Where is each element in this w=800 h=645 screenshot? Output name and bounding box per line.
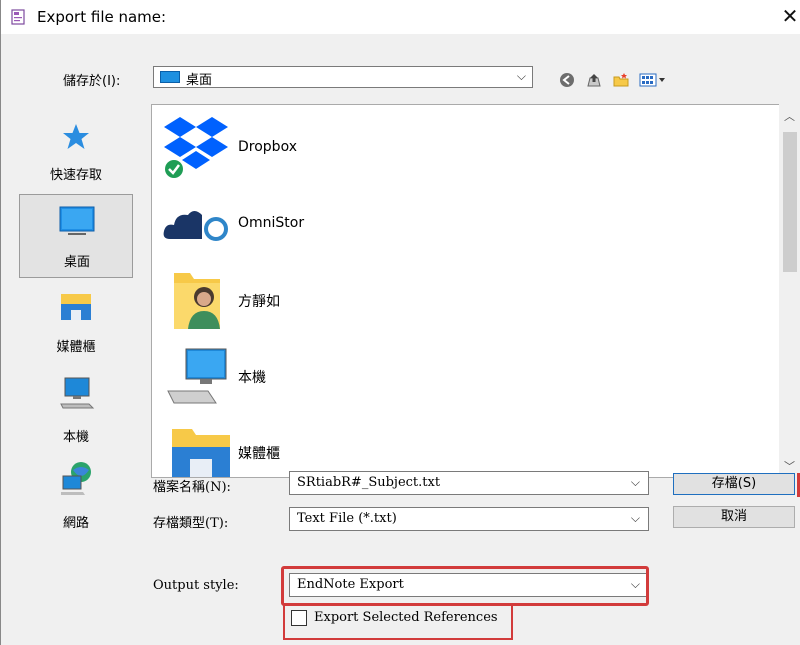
filetype-value: Text File (*.txt) (297, 511, 397, 526)
save-button[interactable]: 存檔(S) (673, 473, 795, 495)
place-label: 快速存取 (49, 168, 102, 183)
scroll-thumb[interactable] (783, 132, 797, 272)
filename-input[interactable]: SRtiabR#_Subject.txt ⌵ (289, 471, 649, 495)
scroll-down-icon[interactable]: ﹀ (784, 458, 795, 474)
place-library[interactable]: 媒體櫃 (19, 284, 133, 362)
filetype-label: 存檔類型(T): (153, 516, 229, 531)
back-icon[interactable] (559, 72, 575, 88)
file-name: OmniStor (238, 215, 305, 231)
export-dialog: Export file name: ✕ 儲存於(I): 桌面 ⌵ 快速存取 桌面… (0, 0, 800, 645)
view-menu-icon[interactable] (639, 72, 667, 88)
list-item[interactable]: 媒體櫃 (160, 417, 720, 477)
network-icon (61, 462, 91, 495)
filename-value: SRtiabR#_Subject.txt (297, 475, 441, 490)
computer-icon (60, 377, 95, 409)
list-item[interactable]: 方靜如 (160, 265, 720, 335)
new-folder-icon[interactable] (613, 72, 629, 88)
file-list[interactable]: Dropbox OmniStor 方靜如 本機 媒體櫃 (151, 104, 800, 478)
scroll-up-icon[interactable]: ︿ (784, 108, 795, 124)
place-network[interactable]: 網路 (19, 456, 133, 536)
file-name: Dropbox (238, 139, 297, 155)
export-selected-label[interactable]: Export Selected References (314, 610, 498, 625)
output-style-label: Output style: (153, 578, 239, 593)
chevron-down-icon[interactable]: ⌵ (631, 511, 640, 526)
place-label: 網路 (62, 516, 89, 531)
save-in-dropdown[interactable]: 桌面 ⌵ (153, 66, 533, 88)
close-icon[interactable]: ✕ (779, 4, 800, 28)
list-item[interactable]: 本機 (160, 341, 720, 411)
places-bar: 快速存取 桌面 媒體櫃 本機 網路 (13, 108, 141, 548)
library-icon (172, 429, 230, 477)
desktop-icon (59, 206, 95, 235)
desktop-mini-icon (160, 71, 180, 83)
cancel-button[interactable]: 取消 (673, 506, 795, 528)
file-list-scrollbar[interactable]: ︿ ﹀ (779, 104, 800, 478)
export-selected-checkbox[interactable] (291, 610, 307, 626)
chevron-down-icon: ⌵ (516, 69, 526, 83)
chevron-down-icon[interactable]: ⌵ (631, 475, 640, 490)
output-style-value: EndNote Export (297, 577, 404, 592)
endnote-app-icon (11, 9, 25, 25)
star-icon (63, 124, 89, 149)
place-this-pc[interactable]: 本機 (19, 370, 133, 450)
filetype-select[interactable]: Text File (*.txt) ⌵ (289, 507, 649, 531)
file-name: 本機 (238, 370, 266, 386)
cloud-icon (163, 211, 228, 241)
dropbox-icon (164, 117, 228, 178)
dialog-title: Export file name: (37, 8, 167, 26)
list-item[interactable]: OmniStor (160, 189, 720, 259)
save-in-label: 儲存於(I): (63, 74, 121, 89)
user-folder-icon (174, 273, 220, 329)
place-label: 媒體櫃 (56, 340, 96, 355)
file-name: 媒體櫃 (238, 446, 280, 462)
place-label: 桌面 (63, 255, 90, 270)
library-icon (61, 294, 91, 320)
title-bar: Export file name: ✕ (1, 0, 800, 34)
computer-icon (167, 348, 227, 404)
filename-label: 檔案名稱(N): (153, 480, 231, 495)
chevron-down-icon[interactable]: ⌵ (631, 577, 640, 592)
output-style-select[interactable]: EndNote Export ⌵ (289, 573, 649, 597)
place-desktop[interactable]: 桌面 (19, 194, 133, 278)
save-in-value: 桌面 (186, 73, 213, 88)
up-folder-icon[interactable] (586, 72, 602, 88)
place-label: 本機 (62, 430, 89, 445)
list-item[interactable]: Dropbox (160, 111, 720, 181)
place-quick-access[interactable]: 快速存取 (19, 116, 133, 190)
file-name: 方靜如 (238, 294, 280, 310)
